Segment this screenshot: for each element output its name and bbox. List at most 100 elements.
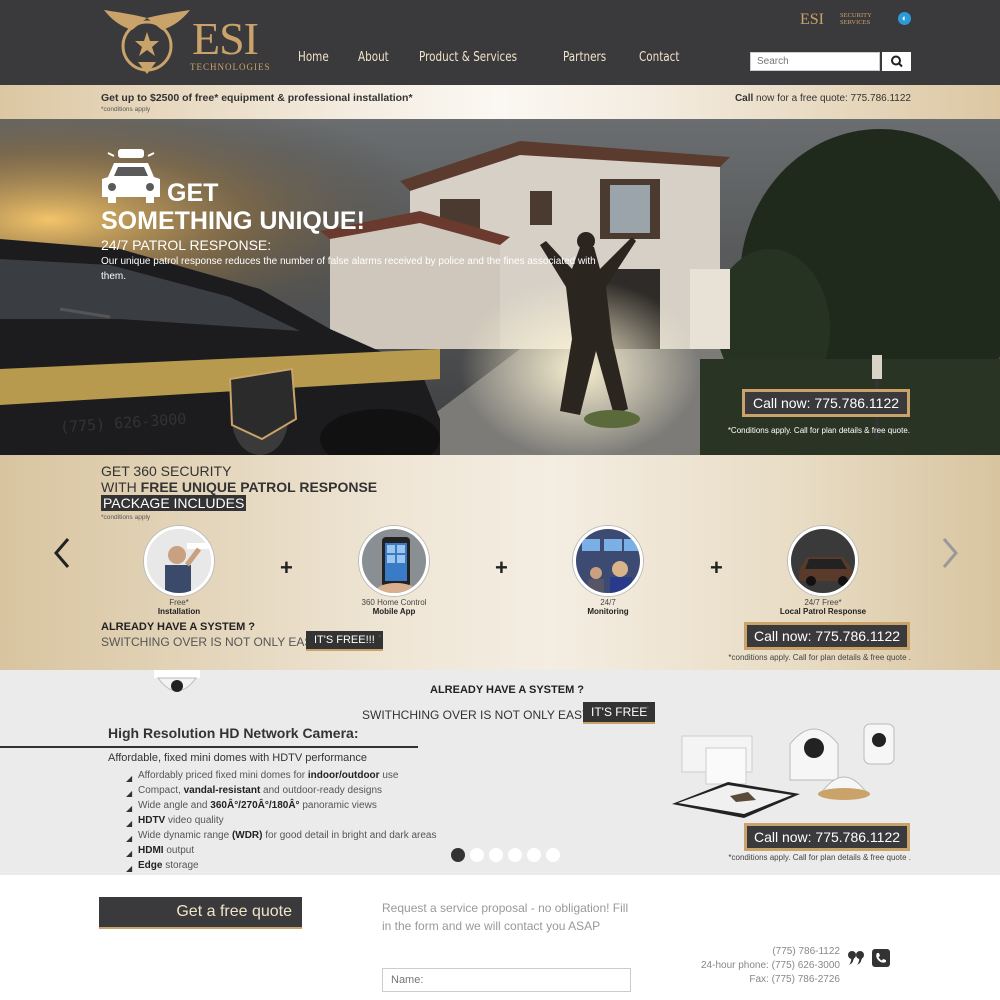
installer-photo (144, 526, 214, 596)
monitoring-photo (573, 526, 643, 596)
plus-sign-2: + (495, 555, 508, 580)
logo-name: ESI (192, 13, 259, 64)
search-input[interactable] (750, 52, 880, 71)
package-call-button[interactable]: Call now: 775.786.1122 (744, 622, 910, 650)
list-item: ◢ Edge storage (126, 858, 436, 873)
package-line-2-bold: FREE UNIQUE PATROL RESPONSE (140, 479, 378, 495)
camera-have-system: ALREADY HAVE A SYSTEM ? (430, 684, 585, 696)
camera-free-asterisk: * (646, 704, 650, 714)
camera-title: High Resolution HD Network Camera: (108, 725, 359, 741)
hero-heading-1: GET (167, 179, 219, 207)
list-item: ◢ HDTV video quality (126, 813, 436, 828)
camera-switch-text: SWITHCHING OVER IS NOT ONLY EASY ... (362, 708, 604, 722)
package-section: GET 360 SECURITY WITH FREE UNIQUE PATROL… (0, 455, 1000, 670)
quote-section: Get a free quote Request a service propo… (0, 875, 1000, 1000)
get-free-quote-button[interactable]: Get a free quote (99, 897, 302, 929)
patrol-car-photo (788, 526, 858, 596)
camera-feature-list: ◢ Affordably priced fixed mini domes for … (126, 768, 436, 873)
dome-camera-icon (154, 670, 200, 692)
language-globe-icon[interactable]: ◐ (898, 12, 911, 25)
feature-1-line-1: Free* (169, 598, 189, 607)
contact-24h-phone: 24-hour phone: (775) 626-3000 (701, 960, 840, 971)
nav-about[interactable]: About (358, 50, 389, 65)
mobile-app-photo (359, 526, 429, 596)
esi-logo[interactable]: ESI TECHNOLOGIES (102, 10, 272, 76)
slide-dot-2[interactable] (470, 848, 484, 862)
camera-call-button[interactable]: Call now: 775.786.1122 (744, 823, 910, 851)
camera-its-free-badge[interactable]: IT'S FREE (583, 702, 656, 724)
nav-products-services[interactable]: Product & Services (419, 50, 517, 65)
hero-banner: GET SOMETHING UNIQUE! 24/7 PATROL RESPON… (0, 119, 1000, 455)
plus-sign-1: + (280, 555, 293, 580)
package-line-3: PACKAGE INCLUDES (101, 495, 247, 511)
package-conditions: *conditions apply (101, 514, 151, 521)
feature-2-line-1: 360 Home Control (361, 598, 427, 607)
package-its-free-badge[interactable]: IT'S FREE!!! (306, 631, 383, 651)
package-free-asterisk: * (378, 633, 382, 643)
list-item: ◢ Affordably priced fixed mini domes for … (126, 768, 436, 783)
search-bar (750, 52, 911, 71)
feature-monitoring: 24/7 Monitoring (548, 526, 668, 616)
promo-conditions: *conditions apply (101, 106, 151, 113)
feature-mobile-app: 360 Home Control Mobile App (334, 526, 454, 616)
package-line-2: WITH FREE UNIQUE PATROL RESPONSE (101, 479, 377, 495)
name-field[interactable] (382, 968, 631, 992)
feature-2-line-2: Mobile App (372, 607, 416, 616)
promo-call-number: now for a free quote: 775.786.1122 (753, 93, 911, 104)
camera-conditions-note: *conditions apply. Call for plan details… (728, 853, 911, 862)
contact-fax: Fax: (775) 786-2726 (749, 974, 840, 985)
header: ESI TECHNOLOGIES Home About Product & Se… (0, 0, 1000, 85)
promo-call: Call now for a free quote: 775.786.1122 (735, 93, 911, 104)
eagle-emblem-icon (104, 10, 190, 74)
carousel-prev-arrow-icon[interactable] (50, 535, 74, 571)
slide-dot-3[interactable] (489, 848, 503, 862)
list-item: ◢ Compact, vandal-resistant and outdoor-r… (126, 783, 436, 798)
feature-3-line-1: 24/7 (600, 598, 616, 607)
feature-3-line-2: Monitoring (587, 607, 629, 616)
hero-description: Our unique patrol response reduces the n… (101, 256, 596, 282)
feature-installation: Free* Installation (119, 526, 239, 616)
camera-products-image (672, 723, 895, 818)
package-line-2-prefix: WITH (101, 479, 141, 495)
bullet-triangle-icon: ◢ (126, 864, 133, 873)
partner-logo-name: ESI (800, 11, 824, 28)
search-button[interactable] (880, 52, 911, 71)
hero-subheading: 24/7 PATROL RESPONSE: (101, 237, 272, 253)
nav-partners[interactable]: Partners (563, 50, 606, 65)
package-have-system: ALREADY HAVE A SYSTEM ? (101, 621, 256, 633)
slide-dot-6[interactable] (546, 848, 560, 862)
nav-contact[interactable]: Contact (639, 50, 679, 65)
promo-text: Get up to $2500 of free* equipment & pro… (101, 92, 413, 104)
page: ESI TECHNOLOGIES Home About Product & Se… (0, 0, 1000, 1000)
patrol-car-icon (102, 149, 160, 203)
slide-indicator (451, 848, 560, 862)
feature-4-line-1: 24/7 Free* (804, 598, 842, 607)
feature-1-line-2: Installation (157, 607, 201, 616)
contact-phone: (775) 786-1122 (772, 946, 840, 957)
hero-call-button[interactable]: Call now: 775.786.1122 (742, 389, 910, 417)
promo-call-bold: Call (734, 93, 754, 104)
package-line-1: GET 360 SECURITY (101, 463, 232, 479)
request-proposal-text: Request a service proposal - no obligati… (382, 901, 629, 933)
phone-icon[interactable] (872, 949, 890, 967)
list-item: ◢ Wide dynamic range (WDR) for good detai… (126, 828, 436, 843)
hero-conditions-note: *Conditions apply. Call for plan details… (727, 426, 910, 435)
slide-dot-1[interactable] (451, 848, 465, 862)
hero-heading-2: SOMETHING UNIQUE! (101, 207, 365, 235)
list-item: ◢ HDMI output (126, 843, 436, 858)
feature-patrol-response: 24/7 Free* Local Patrol Response (763, 526, 883, 616)
partner-logo-subtitle: SECURITY SERVICES (840, 12, 872, 26)
camera-subtitle: Affordable, fixed mini domes with HDTV p… (108, 752, 368, 764)
search-icon (891, 55, 903, 68)
carousel-next-arrow-icon[interactable] (938, 535, 962, 571)
package-conditions-note: *conditions apply. Call for plan details… (728, 653, 911, 662)
quote-chat-icon[interactable] (846, 947, 866, 969)
camera-divider (0, 746, 418, 748)
contact-info: (775) 786-1122 24-hour phone: (775) 626-… (701, 945, 840, 987)
plus-sign-3: + (710, 555, 723, 580)
logo-subtitle: TECHNOLOGIES (190, 62, 271, 72)
slide-dot-5[interactable] (527, 848, 541, 862)
camera-section: ALREADY HAVE A SYSTEM ? SWITHCHING OVER … (0, 670, 1000, 875)
nav-home[interactable]: Home (298, 50, 329, 65)
slide-dot-4[interactable] (508, 848, 522, 862)
